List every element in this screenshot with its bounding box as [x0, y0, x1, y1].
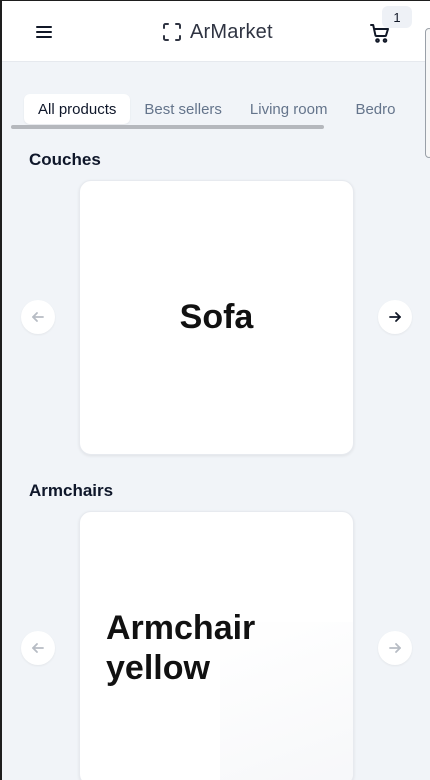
- tabs-scrollbar[interactable]: [11, 125, 324, 129]
- couches-next-button[interactable]: [378, 300, 412, 334]
- arrow-left-icon: [32, 312, 44, 322]
- tab-living-room[interactable]: Living room: [236, 94, 342, 124]
- product-card-title: Armchair yellow: [106, 609, 256, 687]
- menu-icon: [36, 26, 52, 38]
- armchairs-prev-button[interactable]: [21, 631, 55, 665]
- app-logo[interactable]: ArMarket: [162, 17, 273, 47]
- arrow-right-icon: [389, 643, 401, 653]
- product-card-title: Sofa: [179, 298, 254, 336]
- top-app-bar: ArMarket: [2, 1, 430, 62]
- page-scrollbar[interactable]: [425, 28, 430, 158]
- section-title-couches: Couches: [29, 150, 101, 169]
- window-frame-left: [0, 0, 2, 780]
- tab-best-sellers[interactable]: Best sellers: [130, 94, 236, 124]
- couches-prev-button[interactable]: [21, 300, 55, 334]
- tab-bedroom[interactable]: Bedro: [341, 94, 409, 124]
- arrow-right-icon: [389, 312, 401, 322]
- section-title-armchairs: Armchairs: [29, 481, 114, 500]
- armchairs-next-button[interactable]: [378, 631, 412, 665]
- category-tabs: All products Best sellers Living room Be…: [24, 94, 409, 126]
- cart-count-badge: 1: [382, 6, 412, 28]
- app-name: ArMarket: [190, 20, 273, 43]
- menu-button[interactable]: [32, 21, 56, 43]
- arrow-left-icon: [32, 643, 44, 653]
- product-card-armchair-yellow[interactable]: Armchair yellow: [79, 511, 354, 780]
- product-card-sofa[interactable]: Sofa: [79, 180, 354, 455]
- scan-icon: [163, 23, 181, 41]
- tab-all-products[interactable]: All products: [24, 94, 131, 124]
